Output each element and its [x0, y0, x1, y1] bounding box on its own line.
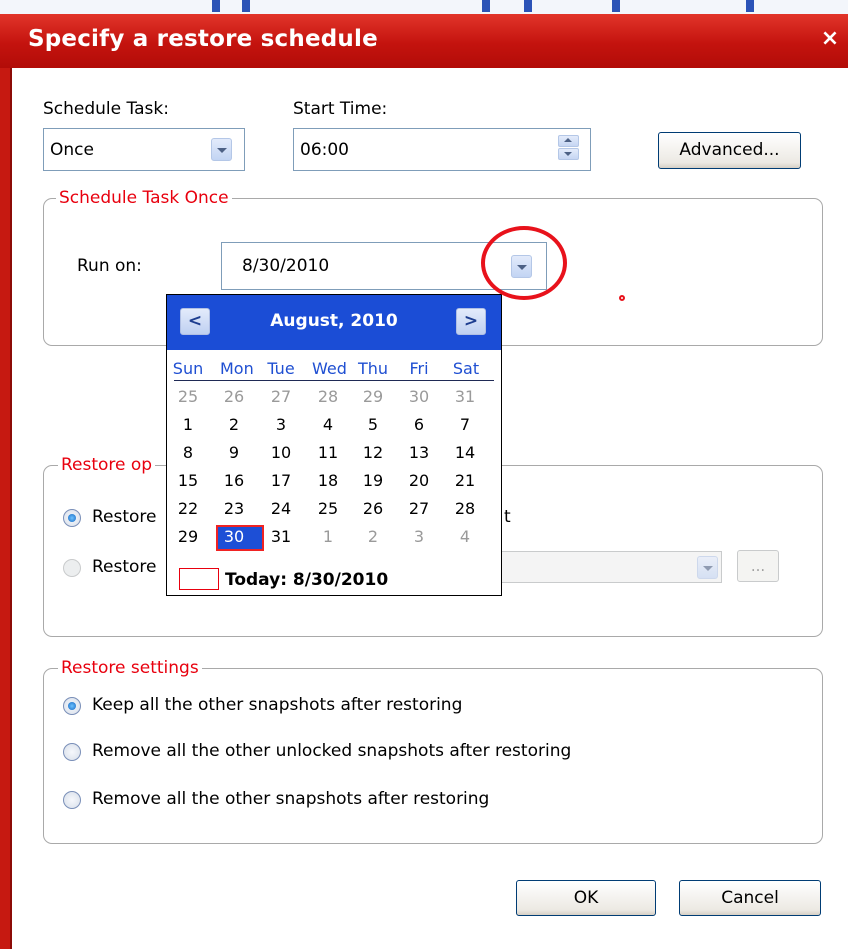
weekday-divider [174, 380, 494, 381]
calendar-day[interactable]: 21 [449, 471, 481, 490]
background-window-strip [0, 0, 848, 14]
calendar-day[interactable]: 2 [218, 415, 250, 434]
calendar-day[interactable]: 7 [449, 415, 481, 434]
remove-unlocked-snapshots-label: Remove all the other unlocked snapshots … [92, 741, 572, 761]
calendar-day[interactable]: 30 [218, 527, 250, 546]
chevron-down-icon[interactable] [697, 556, 718, 579]
calendar-day[interactable]: 11 [312, 443, 344, 462]
calendar-day[interactable]: 25 [312, 499, 344, 518]
restore-option-1-label-end: t [504, 507, 511, 527]
annotation-circle [481, 226, 567, 300]
cancel-button[interactable]: Cancel [679, 880, 821, 916]
calendar-day[interactable]: 5 [357, 415, 389, 434]
weekday-thu: Thu [357, 359, 389, 378]
calendar-day[interactable]: 31 [449, 387, 481, 406]
chevron-down-icon[interactable] [211, 138, 232, 161]
restore-option-2-label: Restore [92, 557, 157, 577]
calendar-day[interactable]: 14 [449, 443, 481, 462]
annotation-dot [619, 295, 625, 301]
today-marker [179, 568, 219, 590]
weekday-fri: Fri [409, 359, 429, 378]
calendar-day[interactable]: 31 [265, 527, 297, 546]
calendar-day[interactable]: 25 [172, 387, 204, 406]
calendar-day[interactable]: 30 [403, 387, 435, 406]
weekday-tue: Tue [267, 359, 295, 378]
restore-options-group-title: Restore op [58, 455, 156, 475]
calendar-day[interactable]: 2 [357, 527, 389, 546]
advanced-button[interactable]: Advanced... [658, 132, 801, 169]
schedule-task-combo[interactable]: Once [43, 128, 245, 171]
weekday-sun: Sun [172, 359, 204, 378]
calendar-day[interactable]: 1 [172, 415, 204, 434]
dialog-title: Specify a restore schedule [28, 26, 378, 52]
calendar-day[interactable]: 16 [218, 471, 250, 490]
remove-all-snapshots-label: Remove all the other snapshots after res… [92, 789, 490, 809]
remove-unlocked-snapshots-radio[interactable] [63, 743, 81, 761]
weekday-sat: Sat [452, 359, 480, 378]
calendar-day[interactable]: 20 [403, 471, 435, 490]
calendar-day[interactable]: 6 [403, 415, 435, 434]
spin-up-icon[interactable] [558, 135, 579, 147]
calendar-day[interactable]: 4 [312, 415, 344, 434]
calendar-day[interactable]: 19 [357, 471, 389, 490]
schedule-task-label: Schedule Task: [43, 99, 169, 119]
next-month-button[interactable]: > [456, 308, 486, 335]
calendar-day[interactable]: 28 [312, 387, 344, 406]
today-link[interactable]: Today: 8/30/2010 [225, 570, 388, 590]
calendar-day[interactable]: 4 [449, 527, 481, 546]
calendar-day[interactable]: 9 [218, 443, 250, 462]
calendar-day[interactable]: 12 [357, 443, 389, 462]
calendar-day[interactable]: 22 [172, 499, 204, 518]
calendar-month-title: August, 2010 [270, 311, 398, 331]
calendar-day[interactable]: 28 [449, 499, 481, 518]
run-on-label: Run on: [77, 256, 142, 276]
restore-settings-group-title: Restore settings [58, 658, 202, 678]
calendar-day[interactable]: 18 [312, 471, 344, 490]
keep-snapshots-radio[interactable] [63, 697, 81, 715]
weekday-mon: Mon [220, 359, 254, 378]
restore-schedule-dialog: Specify a restore schedule × Schedule Ta… [0, 0, 848, 949]
calendar-day[interactable]: 26 [218, 387, 250, 406]
restore-option-1-radio[interactable] [63, 509, 81, 527]
schedule-task-value: Once [50, 140, 94, 160]
calendar-day[interactable]: 3 [403, 527, 435, 546]
run-on-date-value: 8/30/2010 [242, 256, 330, 276]
calendar-header: < August, 2010 > [167, 295, 501, 350]
start-time-value: 06:00 [300, 140, 349, 160]
date-picker-calendar: < August, 2010 > Sun Mon Tue Wed Thu Fri… [166, 294, 502, 596]
snapshot-select[interactable] [500, 551, 722, 583]
calendar-day[interactable]: 3 [265, 415, 297, 434]
restore-option-1-label: Restore [92, 507, 157, 527]
calendar-day[interactable]: 27 [265, 387, 297, 406]
calendar-day[interactable]: 8 [172, 443, 204, 462]
start-time-label: Start Time: [293, 99, 388, 119]
calendar-day[interactable]: 17 [265, 471, 297, 490]
calendar-day[interactable]: 29 [357, 387, 389, 406]
schedule-once-group-title: Schedule Task Once [56, 188, 232, 208]
calendar-day[interactable]: 27 [403, 499, 435, 518]
calendar-day[interactable]: 29 [172, 527, 204, 546]
ok-button[interactable]: OK [516, 880, 656, 916]
calendar-day[interactable]: 10 [265, 443, 297, 462]
window-border-shadow [10, 68, 12, 949]
weekday-wed: Wed [312, 359, 347, 378]
calendar-day[interactable]: 1 [312, 527, 344, 546]
close-icon[interactable]: × [818, 26, 842, 51]
remove-all-snapshots-radio[interactable] [63, 791, 81, 809]
calendar-day[interactable]: 23 [218, 499, 250, 518]
calendar-day[interactable]: 15 [172, 471, 204, 490]
spin-down-icon[interactable] [558, 148, 579, 160]
browse-button[interactable]: ... [737, 550, 779, 582]
start-time-field[interactable]: 06:00 [293, 128, 591, 171]
restore-option-2-radio[interactable] [63, 559, 81, 577]
calendar-day[interactable]: 26 [357, 499, 389, 518]
calendar-day[interactable]: 24 [265, 499, 297, 518]
window-border [0, 68, 10, 949]
calendar-day[interactable]: 13 [403, 443, 435, 462]
keep-snapshots-label: Keep all the other snapshots after resto… [92, 695, 463, 715]
